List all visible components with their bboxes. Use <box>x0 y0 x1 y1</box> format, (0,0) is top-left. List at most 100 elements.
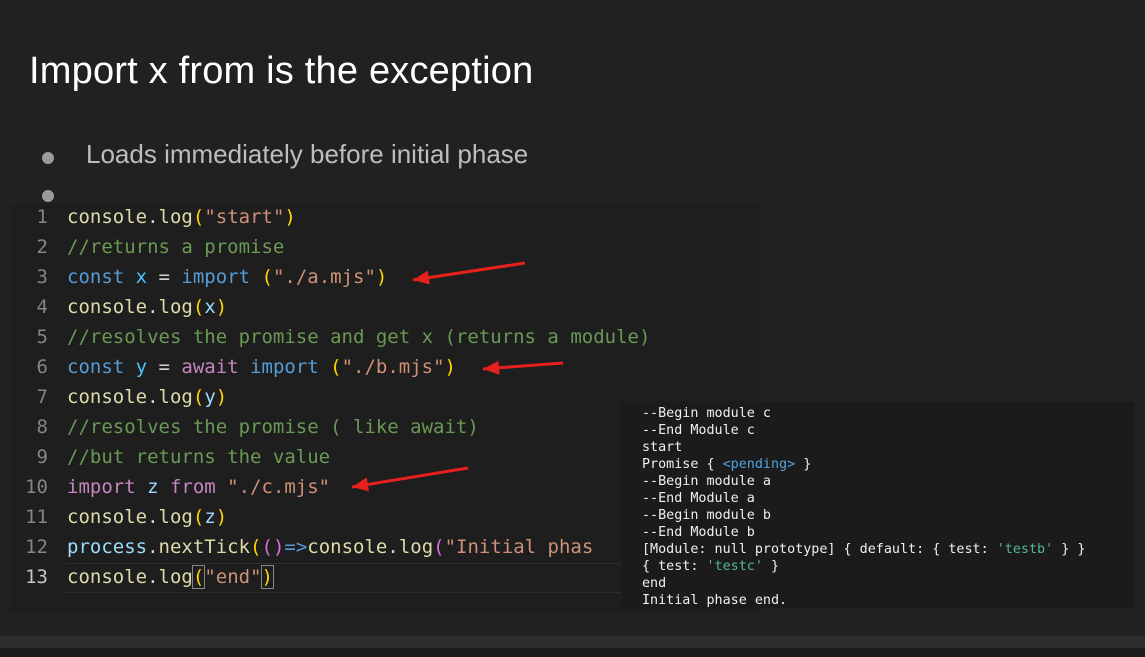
code-token: log <box>158 506 193 528</box>
code-token: const <box>67 356 136 378</box>
slide-title: Import x from is the exception <box>29 50 534 92</box>
code-line: 5 //resolves the promise and get x (retur… <box>10 325 760 355</box>
code-token: "end" <box>204 566 262 588</box>
terminal-line: Initial phase end. <box>642 592 787 608</box>
terminal-token: Initial phase end. <box>642 593 788 608</box>
line-number: 9 <box>36 446 48 468</box>
code-token: . <box>147 566 159 588</box>
code-text: console.log(y) <box>67 385 227 409</box>
code-token: //resolves the promise ( like await) <box>67 416 479 438</box>
code-text: //resolves the promise ( like await) <box>67 415 479 439</box>
bullet-text: Loads immediately before initial phase <box>86 139 529 169</box>
code-token: ( <box>191 565 206 589</box>
code-text: console.log(z) <box>67 505 227 529</box>
terminal-line: start <box>642 439 682 456</box>
terminal-token: --Begin module b <box>642 508 771 523</box>
code-token: . <box>147 386 159 408</box>
terminal-token: --Begin module a <box>642 474 771 489</box>
terminal-token: 'testc' <box>706 559 763 574</box>
code-token: "start" <box>204 206 285 228</box>
code-token: ( <box>250 536 262 558</box>
line-number: 4 <box>36 296 48 318</box>
code-token: //but returns the value <box>67 446 331 468</box>
line-number: 3 <box>36 266 48 288</box>
bullet-dot-icon <box>42 190 54 202</box>
code-token: import <box>250 356 331 378</box>
code-token: console <box>67 506 148 528</box>
code-token: z <box>147 476 170 498</box>
terminal-token: 'testb' <box>996 542 1054 557</box>
code-text: console.log("end") <box>67 565 275 589</box>
code-token: = <box>147 356 182 378</box>
terminal-token: [Module: null prototype] { default: { te… <box>642 542 997 557</box>
terminal-token: Promise { <box>642 457 723 472</box>
line-number: 10 <box>25 476 48 498</box>
line-number: 5 <box>36 326 48 348</box>
code-token: "./b.mjs" <box>341 356 445 378</box>
code-token: ( <box>192 206 205 228</box>
code-token: ( <box>192 386 205 408</box>
terminal-token: end <box>642 576 667 591</box>
line-number: 2 <box>36 236 48 258</box>
code-token: from <box>169 476 228 498</box>
code-token: . <box>147 536 159 558</box>
code-token: . <box>147 506 159 528</box>
line-number: 7 <box>36 386 48 408</box>
code-token: y <box>204 386 216 408</box>
terminal-line: --End Module b <box>642 524 755 541</box>
code-line: 1 console.log("start") <box>10 205 760 235</box>
code-token: () <box>261 536 285 558</box>
terminal-output-screenshot: --Begin module c --End Module c start Promi… <box>621 402 1134 608</box>
code-text: //but returns the value <box>67 445 330 469</box>
code-token: ( <box>192 296 205 318</box>
code-token: console <box>67 296 148 318</box>
terminal-line: --Begin module b <box>642 507 771 524</box>
terminal-line: end <box>642 575 666 592</box>
code-text: const y = await import ("./b.mjs") <box>67 355 456 379</box>
code-token: log <box>398 536 434 558</box>
bottom-strip <box>0 648 1145 657</box>
terminal-token: } <box>795 457 812 472</box>
terminal-line: --End Module a <box>642 490 755 507</box>
code-token: . <box>147 296 159 318</box>
code-token: "./c.mjs" <box>227 476 331 498</box>
terminal-line: [Module: null prototype] { default: { te… <box>642 541 1085 558</box>
terminal-token: --End Module c <box>642 423 755 438</box>
terminal-line: { test: 'testc' } <box>642 558 779 575</box>
code-token: console <box>67 206 148 228</box>
terminal-token: --Begin module c <box>642 406 771 421</box>
code-token: ) <box>260 565 275 589</box>
terminal-token: { test: <box>642 559 707 574</box>
code-token: console <box>67 566 148 588</box>
code-token: y <box>135 356 148 378</box>
code-token: import <box>67 476 148 498</box>
code-token: //returns a promise <box>67 236 285 258</box>
code-token: log <box>158 566 193 588</box>
terminal-token: <pending> <box>722 457 796 472</box>
code-line: 6 const y = await import ("./b.mjs") <box>10 355 760 385</box>
line-number: 12 <box>25 536 48 558</box>
line-number: 13 <box>25 566 48 588</box>
code-token: console <box>67 386 148 408</box>
code-token: log <box>158 206 193 228</box>
code-token: process <box>67 536 148 558</box>
code-token: ) <box>215 506 228 528</box>
terminal-token: } } <box>1053 542 1086 557</box>
code-text: process.nextTick(()=>console.log("Initia… <box>67 535 593 559</box>
bullet-dot-icon <box>42 152 54 164</box>
bottom-bar <box>0 636 1145 657</box>
line-number: 6 <box>36 356 48 378</box>
code-token: ( <box>433 536 445 558</box>
code-token: => <box>284 536 308 558</box>
terminal-token: } <box>762 559 780 574</box>
bullet-item-empty <box>42 190 54 202</box>
code-token: console <box>307 536 388 558</box>
code-token: . <box>147 206 159 228</box>
terminal-line: --End Module c <box>642 422 755 439</box>
terminal-token: start <box>642 440 683 455</box>
terminal-line: --Begin module c <box>642 405 771 422</box>
code-line: 4 console.log(x) <box>10 295 760 325</box>
code-text: //resolves the promise and get x (return… <box>67 325 650 349</box>
code-text: import z from "./c.mjs" <box>67 475 330 499</box>
code-text: console.log("start") <box>67 205 296 229</box>
